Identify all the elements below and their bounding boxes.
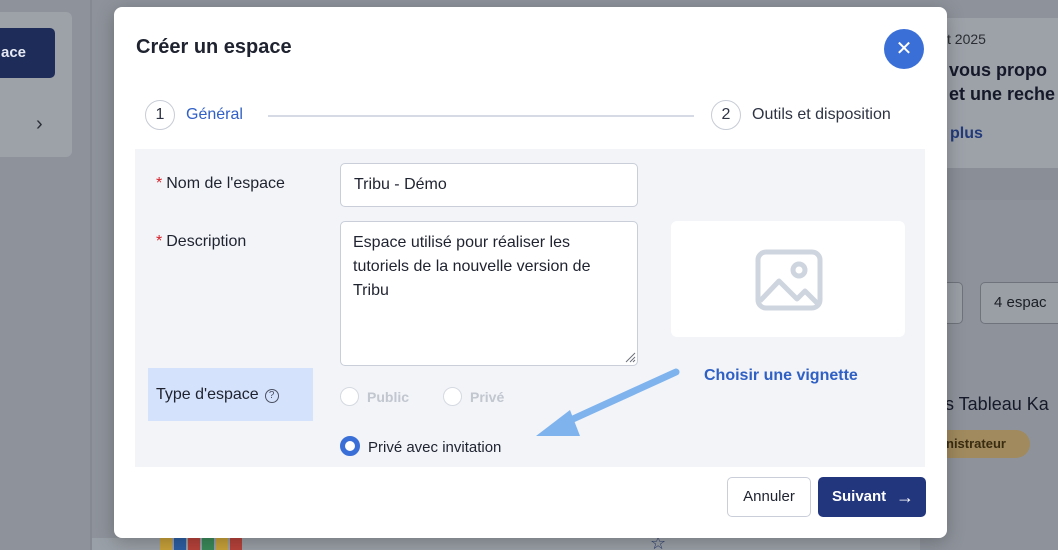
sidebar-divider bbox=[90, 0, 92, 550]
news-line-1: vous propo bbox=[949, 60, 1047, 80]
space-card-title: s Tableau Ka bbox=[945, 394, 1049, 414]
radio-private-label: Privé bbox=[470, 389, 505, 405]
close-icon: ✕ bbox=[895, 38, 913, 60]
space-count-button: 4 espac bbox=[980, 282, 1058, 324]
space-type-label: Type d'espace? bbox=[156, 386, 279, 404]
description-label: * Description bbox=[156, 233, 247, 250]
next-button[interactable]: Suivant → bbox=[818, 477, 926, 517]
news-date: t 2025 bbox=[947, 31, 986, 47]
step-1-number: 1 bbox=[145, 100, 175, 130]
step-2-number: 2 bbox=[711, 100, 741, 130]
create-space-button: ace bbox=[0, 28, 55, 78]
choose-thumbnail-link[interactable]: Choisir une vignette bbox=[704, 367, 858, 385]
space-name-input[interactable] bbox=[340, 163, 638, 207]
news-line-2: et une reche bbox=[949, 84, 1056, 104]
required-mark: * bbox=[156, 175, 163, 192]
question-circle-icon[interactable]: ? bbox=[264, 389, 279, 403]
space-name-label: * Nom de l'espace bbox=[156, 175, 285, 192]
image-placeholder-icon bbox=[755, 249, 823, 311]
radio-private-invitation[interactable]: Privé avec invitation bbox=[340, 436, 501, 456]
radio-private-invitation-label[interactable]: Privé avec invitation bbox=[368, 439, 501, 456]
radio-public-button bbox=[340, 387, 359, 406]
cancel-button[interactable]: Annuler bbox=[727, 477, 811, 517]
arrow-right-icon: → bbox=[896, 487, 914, 507]
required-mark: * bbox=[156, 233, 163, 250]
next-button-label: Suivant bbox=[832, 488, 887, 505]
radio-private-button bbox=[443, 387, 462, 406]
step-2-label[interactable]: Outils et disposition bbox=[752, 106, 891, 124]
space-logo bbox=[160, 536, 270, 550]
modal-title: Créer un espace bbox=[136, 36, 292, 58]
stepper-line bbox=[268, 115, 694, 117]
radio-public: Public bbox=[340, 387, 409, 406]
description-textarea[interactable]: Espace utilisé pour réaliser les tutorie… bbox=[340, 221, 638, 366]
resize-handle-icon[interactable] bbox=[625, 352, 636, 363]
radio-public-label: Public bbox=[367, 389, 410, 405]
radio-private: Privé bbox=[443, 387, 504, 406]
close-button[interactable]: ✕ bbox=[884, 29, 924, 69]
thumbnail-preview[interactable] bbox=[671, 221, 905, 337]
create-space-modal: Créer un espace ✕ 1 Général 2 Outils et … bbox=[114, 7, 947, 538]
step-1-label[interactable]: Général bbox=[186, 106, 243, 124]
chevron-right-icon: › bbox=[36, 113, 43, 135]
general-form: *Nom de l'espace *Description Espace uti… bbox=[135, 149, 925, 467]
news-text: vous propo et une reche bbox=[949, 58, 1055, 106]
read-more-link: plus bbox=[950, 125, 983, 142]
radio-private-invitation-button[interactable] bbox=[340, 436, 360, 456]
